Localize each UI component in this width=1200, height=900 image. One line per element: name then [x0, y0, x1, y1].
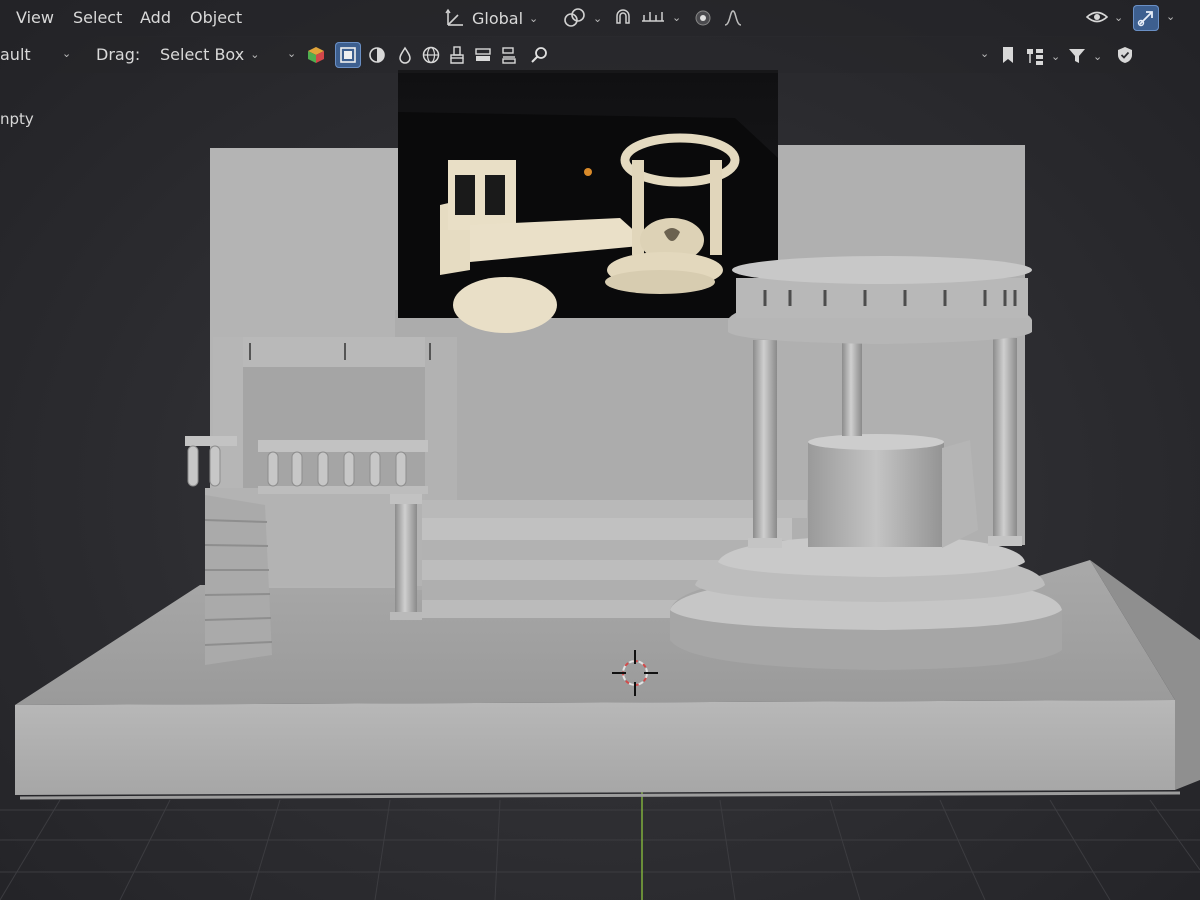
platform-front — [15, 700, 1175, 795]
menu-add[interactable]: Add — [140, 8, 171, 27]
filter-dropdown[interactable]: ⌄ — [1067, 46, 1102, 66]
chevron-down-icon: ⌄ — [1114, 10, 1124, 24]
chevron-down-icon: ⌄ — [1051, 49, 1061, 63]
xray-button[interactable] — [364, 42, 390, 68]
transfer-button[interactable] — [496, 42, 522, 68]
gizmo-toggle[interactable] — [1133, 5, 1159, 31]
bookmark-icon — [1003, 47, 1013, 63]
gizmo-icon — [1137, 11, 1153, 27]
chevron-down-icon: ⌄ — [529, 11, 539, 25]
chevron-down-icon[interactable]: ⌄ — [62, 47, 71, 60]
proportional-editing-icon — [695, 10, 711, 26]
snap-magnet-icon — [616, 9, 630, 24]
brush-icon — [450, 46, 464, 64]
shield-button[interactable] — [1112, 42, 1138, 68]
select-box-button[interactable] — [335, 42, 361, 68]
drag-label: Drag: — [96, 45, 141, 64]
select-box-icon — [340, 47, 356, 63]
menu-object[interactable]: Object — [190, 8, 242, 27]
hierarchy-icon — [1027, 49, 1043, 65]
object-color-button[interactable] — [303, 42, 329, 68]
pivot-point-dropdown[interactable]: ⌄ — [563, 7, 602, 29]
search-button[interactable] — [526, 42, 552, 68]
visibility-dropdown[interactable]: ⌄ — [1086, 7, 1123, 27]
reference-photo — [398, 70, 778, 333]
snap-target-dropdown[interactable]: ⌄ — [640, 7, 681, 27]
bookmark-button[interactable] — [995, 42, 1021, 68]
object-name-label: npty — [0, 110, 34, 128]
scene-render — [0, 70, 1200, 900]
chevron-down-icon[interactable]: ⌄ — [1166, 10, 1175, 23]
3d-viewport[interactable]: npty — [0, 0, 1200, 900]
proportional-editing-toggle[interactable] — [690, 5, 716, 31]
chevron-down-icon: ⌄ — [250, 48, 260, 61]
search-icon — [531, 47, 547, 63]
drag-select-dropdown[interactable]: Select Box ⌄ — [160, 45, 259, 64]
viewport-header: View Select Add Object Global ⌄ ⌄ ⌄ ⌄ ⌄ — [0, 0, 1200, 36]
hierarchy-dropdown[interactable]: ⌄ — [1025, 46, 1060, 66]
brush-button[interactable] — [444, 42, 470, 68]
globe-icon — [422, 46, 440, 64]
transform-mode-label[interactable]: ault — [0, 45, 31, 64]
snap-increment-icon — [642, 12, 664, 22]
shield-icon — [1118, 47, 1132, 63]
transfer-icon — [502, 47, 516, 64]
falloff-dropdown[interactable] — [720, 5, 746, 31]
menu-view[interactable]: View — [16, 8, 54, 27]
layers-icon — [475, 48, 491, 61]
eye-icon — [1086, 11, 1108, 23]
shading-button[interactable] — [392, 42, 418, 68]
chevron-down-icon[interactable]: ⌄ — [287, 47, 296, 60]
chevron-down-icon: ⌄ — [593, 11, 603, 25]
snap-toggle[interactable] — [610, 5, 636, 31]
grid-floor — [0, 799, 1200, 900]
globe-button[interactable] — [418, 42, 444, 68]
color-cube-icon — [308, 47, 324, 63]
filter-icon — [1069, 49, 1085, 63]
shading-icon — [399, 46, 411, 64]
transform-orientation-dropdown[interactable]: Global ⌄ — [444, 7, 538, 29]
drag-select-value: Select Box — [160, 45, 245, 64]
chevron-down-icon: ⌄ — [672, 10, 682, 24]
xray-icon — [369, 47, 385, 63]
tool-settings-header: ault ⌄ Drag: Select Box ⌄ ⌄ ⌄ ⌄ ⌄ — [0, 37, 1200, 73]
gazebo-entablature — [728, 256, 1032, 344]
link-pivot-icon — [564, 8, 585, 27]
chevron-down-icon: ⌄ — [1093, 49, 1103, 63]
transform-orientation-value: Global — [472, 8, 524, 28]
gazebo-steps — [670, 535, 1062, 670]
chevron-down-icon[interactable]: ⌄ — [980, 47, 989, 60]
3d-cursor-icon[interactable] — [612, 650, 658, 696]
layers-button[interactable] — [470, 42, 496, 68]
falloff-curve-icon — [724, 10, 742, 26]
transform-orientation-icon — [445, 8, 463, 26]
menu-select[interactable]: Select — [73, 8, 122, 27]
gazebo-cylinder — [808, 442, 944, 547]
